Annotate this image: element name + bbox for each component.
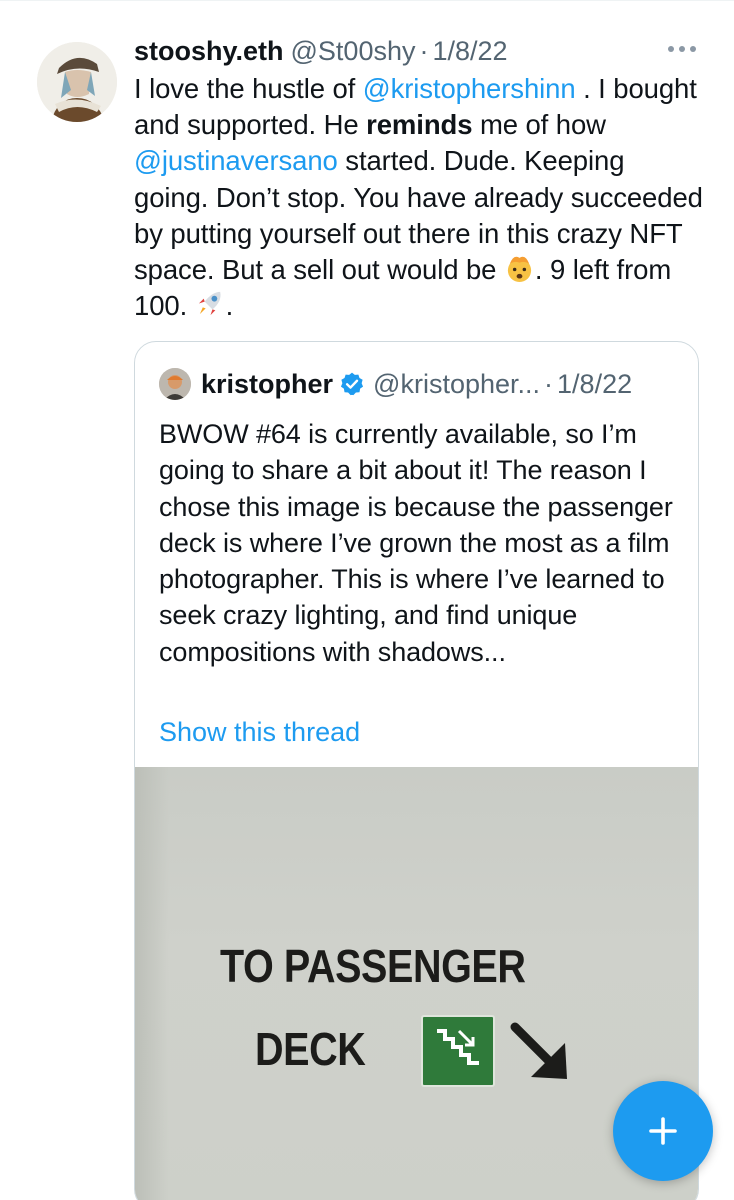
top-divider [0,0,734,1]
quote-header: kristopher @kristopher... · 1/8/22 [159,366,632,402]
quote-author-display-name[interactable]: kristopher [201,369,333,400]
photo-shadow [135,767,169,1200]
author-display-name[interactable]: stooshy.eth [134,30,284,72]
mention-link[interactable]: @kristophershinn [363,73,576,104]
quote-date[interactable]: 1/8/22 [557,369,632,400]
avatar-photo-icon [159,368,191,400]
text-segment: me of how [472,109,606,141]
author-handle[interactable]: @St00shy [291,30,416,72]
rocket-emoji [198,292,221,316]
author-avatar[interactable] [37,42,117,122]
quote-text: BWOW #64 is currently available, so I’m … [159,419,673,667]
sign-text-line1: TO PASSENGER [220,940,526,992]
quote-author-handle[interactable]: @kristopher... [373,369,540,400]
quoted-tweet-card[interactable]: kristopher @kristopher... · 1/8/22 BWOW … [134,341,699,1200]
avatar-illustration-icon [37,42,117,122]
show-thread-link[interactable]: Show this thread [159,714,360,750]
sign-text-line2: DECK [255,1023,366,1075]
tweet-body: stooshy.eth @St00shy · 1/8/22 I love the… [134,30,704,324]
header-separator: · [419,36,429,66]
tweet-text: I love the hustle of @kristophershinn . … [134,71,704,324]
text-segment: . [225,290,234,322]
quote-header-separator: · [544,368,554,399]
verified-badge-icon [340,372,364,396]
text-segment: I love the hustle of [134,73,363,104]
tweet-header: stooshy.eth @St00shy · 1/8/22 [134,30,704,72]
stairs-down-icon [421,1015,495,1087]
bold-text: reminds [366,109,473,141]
tweet-date[interactable]: 1/8/22 [432,30,507,72]
exploding-head-emoji [507,256,532,283]
quote-author-avatar[interactable] [159,368,191,400]
mention-link[interactable]: @justinaversano [134,145,338,176]
plus-icon [649,1117,677,1145]
compose-button[interactable] [613,1081,713,1181]
arrow-down-right-icon [510,1022,567,1079]
